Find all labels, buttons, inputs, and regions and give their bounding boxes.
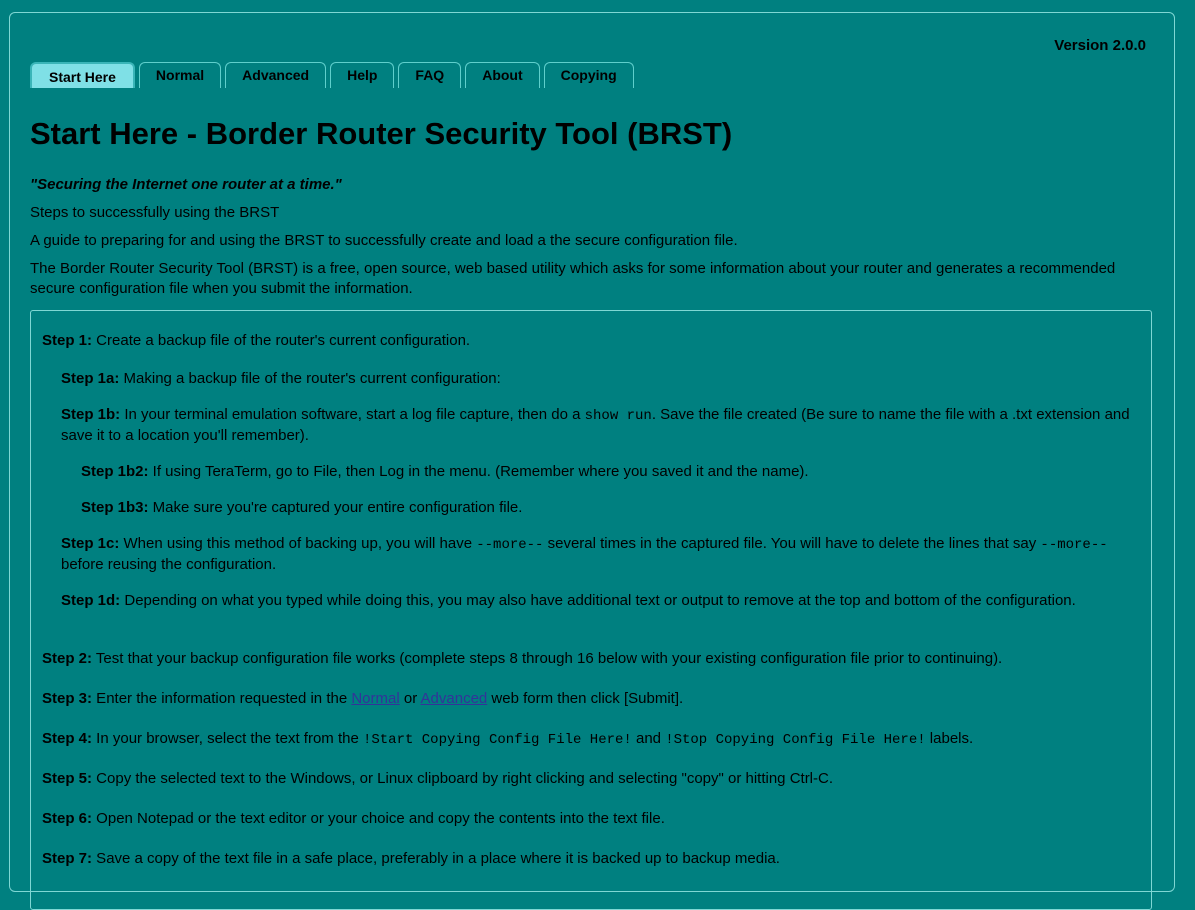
normal-link[interactable]: Normal — [351, 690, 399, 707]
tab-bar: Start Here Normal Advanced Help FAQ Abou… — [30, 62, 634, 88]
step-1a: Step 1a: Making a backup file of the rou… — [61, 370, 501, 387]
intro-description: The Border Router Security Tool (BRST) i… — [30, 260, 1116, 297]
tab-about[interactable]: About — [465, 62, 540, 88]
step-1c: Step 1c: When using this method of backi… — [61, 535, 1108, 573]
motto: "Securing the Internet one router at a t… — [30, 176, 342, 193]
steps-panel: Step 1: Create a backup file of the rout… — [30, 310, 1152, 910]
page-title: Start Here - Border Router Security Tool… — [30, 116, 733, 151]
advanced-link[interactable]: Advanced — [421, 690, 488, 707]
step-1d: Step 1d: Depending on what you typed whi… — [61, 592, 1076, 609]
step-4: Step 4: In your browser, select the text… — [42, 730, 974, 748]
step-7: Step 7: Save a copy of the text file in … — [42, 850, 780, 867]
step-1: Step 1: Create a backup file of the rout… — [42, 332, 471, 349]
tab-help[interactable]: Help — [330, 62, 395, 88]
step-2: Step 2: Test that your backup configurat… — [42, 650, 1003, 667]
step-5: Step 5: Copy the selected text to the Wi… — [42, 770, 834, 787]
step-3: Step 3: Enter the information requested … — [42, 690, 684, 707]
step-1b2: Step 1b2: If using TeraTerm, go to File,… — [81, 463, 809, 480]
intro-steps-heading: Steps to successfully using the BRST — [30, 204, 280, 221]
step-1b: Step 1b: In your terminal emulation soft… — [61, 406, 1130, 444]
intro-guide: A guide to preparing for and using the B… — [30, 232, 738, 249]
step-1b3: Step 1b3: Make sure you're captured your… — [81, 499, 523, 516]
tab-faq[interactable]: FAQ — [398, 62, 462, 88]
step-6: Step 6: Open Notepad or the text editor … — [42, 810, 665, 827]
tab-copying[interactable]: Copying — [543, 62, 634, 88]
version-label: Version 2.0.0 — [1054, 37, 1146, 54]
tab-normal[interactable]: Normal — [138, 62, 222, 88]
tab-start-here[interactable]: Start Here — [30, 62, 135, 88]
tab-advanced[interactable]: Advanced — [225, 62, 327, 88]
